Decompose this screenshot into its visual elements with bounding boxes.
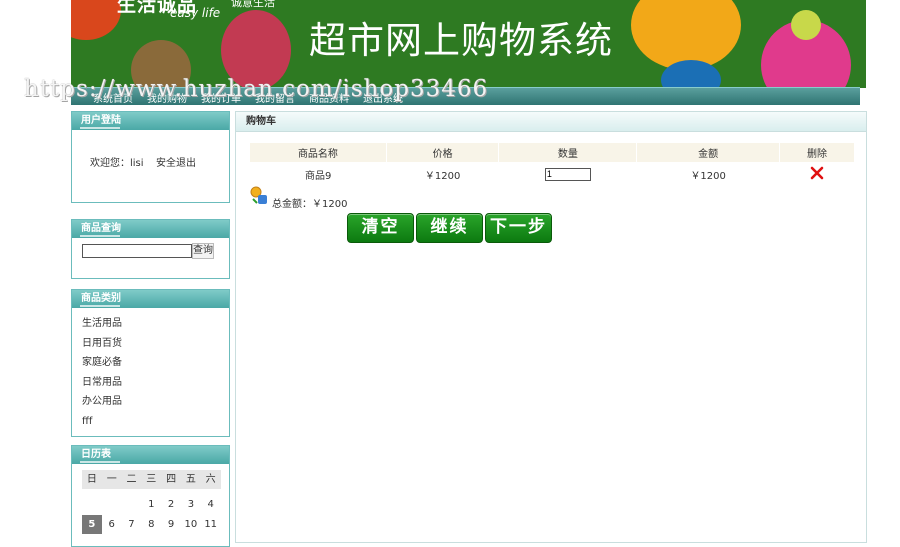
decor-shelf-image [131,40,191,88]
cart-header-row: 商品名称 价格 数量 金额 删除 [250,143,856,162]
search-panel: 商品查询 查询 [71,219,230,279]
nav-my-orders[interactable]: 我的订单 [201,90,241,105]
calendar-weekday: 四 [161,470,181,489]
calendar-week-row: 1 2 3 4 [82,495,221,514]
cart-item-name: 商品9 [305,170,332,182]
column-header-qty: 数量 [498,143,638,162]
calendar-weekday: 日 [82,470,102,489]
cart-panel: 购物车 商品名称 价格 数量 金额 删除 商品9 ￥1200 ￥1200 [235,111,867,543]
category-panel: 商品类别 生活用品 日用百货 家庭必备 日常用品 办公用品 fff [71,289,230,437]
search-button[interactable]: 查询 [192,243,214,259]
nav-products[interactable]: 商品资料 [309,90,349,105]
calendar-panel-title: 日历表 [72,446,229,464]
calendar-day[interactable]: 7 [122,515,142,534]
cart-item-amount: ￥1200 [690,170,726,182]
top-nav: 系统首页 我的购物 我的订单 我的留言 商品资料 退出系统 [71,87,860,105]
decor-splat [791,10,821,40]
nav-my-messages[interactable]: 我的留言 [255,90,295,105]
calendar-day[interactable]: 9 [161,515,181,534]
nav-home[interactable]: 系统首页 [93,90,133,105]
calendar-day[interactable]: 3 [181,495,201,514]
calendar-day[interactable]: 8 [141,515,161,534]
continue-shopping-button[interactable]: 继续 [416,213,483,243]
category-item[interactable]: 日常用品 [82,373,229,393]
decor-stool-image [221,10,291,88]
calendar-weekday-row: 日 一 二 三 四 五 六 [82,470,221,489]
cart-total: 总金额：￥1200 [250,185,347,210]
category-panel-title: 商品类别 [72,290,229,308]
category-item[interactable]: 生活用品 [82,314,229,334]
calendar-day[interactable]: 4 [201,495,221,514]
logo-slogan: 诚意生活 [231,0,275,9]
cart-item-qty-cell [499,162,637,186]
calendar-day[interactable]: 1 [141,495,161,514]
logout-link[interactable]: 安全退出 [156,154,196,169]
category-item[interactable]: 办公用品 [82,392,229,412]
cart-item-delete-cell [779,162,854,186]
calendar-weekday: 一 [101,470,122,489]
welcome-text: 欢迎您：lisi [90,158,144,169]
cart-actions: 清空 继续 下一步 [347,213,552,243]
nav-my-shopping[interactable]: 我的购物 [147,90,187,105]
calendar-day[interactable] [102,495,122,514]
header-banner: 生活诚品 诚意生活 easy life 超市网上购物系统 [71,0,866,88]
clear-cart-button[interactable]: 清空 [347,213,414,243]
category-item[interactable]: 家庭必备 [82,353,229,373]
calendar-day[interactable]: 6 [102,515,122,534]
money-bag-icon [250,186,268,209]
search-panel-title: 商品查询 [72,220,229,238]
nav-logout[interactable]: 退出系统 [363,90,403,105]
calendar-day[interactable]: 10 [181,515,201,534]
next-step-button[interactable]: 下一步 [485,213,552,243]
decor-splat [71,0,121,40]
calendar-day[interactable] [122,495,142,514]
logo-english: easy life [170,6,221,20]
calendar-weekday: 六 [200,470,221,489]
column-header-price: 价格 [386,143,500,162]
calendar-day-today[interactable]: 5 [82,515,102,534]
cart-title: 购物车 [236,112,866,132]
category-item[interactable]: 日用百货 [82,334,229,354]
quantity-input[interactable] [544,167,591,181]
cart-table: 商品名称 价格 数量 金额 删除 商品9 ￥1200 ￥1200 [250,143,856,186]
calendar-weekday: 五 [180,470,201,489]
calendar-weekday: 三 [141,470,162,489]
cart-item-price: ￥1200 [424,170,461,182]
calendar-day[interactable] [82,495,102,514]
column-header-name: 商品名称 [250,143,387,162]
category-item[interactable]: fff [82,412,229,432]
delete-icon[interactable] [810,166,824,183]
calendar-day[interactable]: 11 [201,515,221,534]
column-header-delete: 删除 [779,143,856,162]
site-title: 超市网上购物系统 [309,19,613,62]
calendar-day[interactable]: 2 [161,495,181,514]
calendar-week-row: 5 6 7 8 9 10 11 [82,515,221,534]
column-header-amount: 金额 [636,143,780,162]
search-input[interactable] [82,244,192,258]
total-amount-text: 总金额：￥1200 [272,199,348,210]
calendar-grid: 日 一 二 三 四 五 六 1 2 3 4 5 6 7 8 9 10 11 [82,470,221,534]
login-panel-title: 用户登陆 [72,112,229,130]
calendar-weekday: 二 [121,470,142,489]
table-row: 商品9 ￥1200 ￥1200 [250,162,855,186]
login-panel: 用户登陆 欢迎您：lisi 安全退出 [71,111,230,203]
